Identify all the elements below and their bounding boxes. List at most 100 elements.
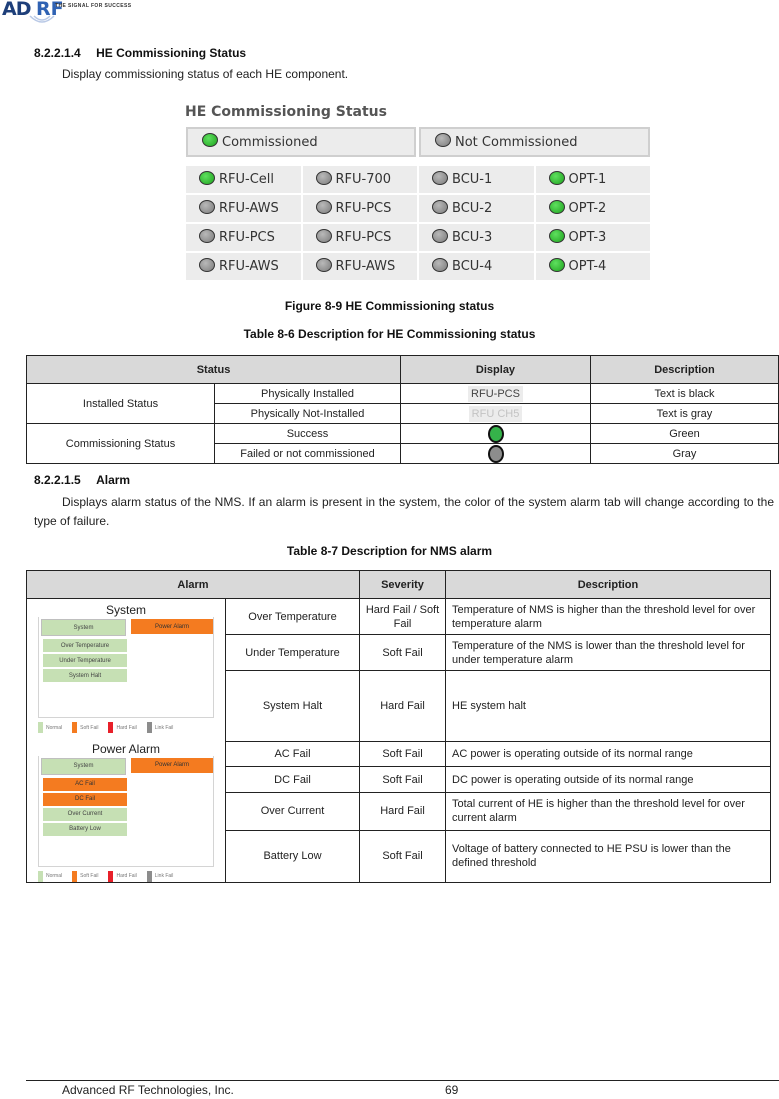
display-cell <box>400 443 591 464</box>
description-cell: Text is black <box>590 383 779 404</box>
gray-led-icon <box>435 133 451 147</box>
component-label: BCU-2 <box>452 201 493 216</box>
description-cell: Temperature of NMS is higher than the th… <box>445 598 771 635</box>
gray-led-icon <box>199 199 215 214</box>
gray-led-icon <box>199 228 215 243</box>
component-label: RFU-PCS <box>219 230 275 245</box>
component-label: RFU-700 <box>335 172 392 187</box>
description-cell: DC power is operating outside of its nor… <box>445 766 771 793</box>
table-caption: Table 8-7 Description for NMS alarm <box>286 544 493 558</box>
footer-divider <box>26 1080 779 1081</box>
gray-led-icon <box>315 228 332 243</box>
header-description: Description <box>590 355 779 384</box>
status-cell: Physically Not-Installed <box>214 403 401 424</box>
severity-cell: Soft Fail <box>359 740 446 768</box>
legend-commissioned: Commissioned <box>186 127 416 157</box>
alarm-item: AC Fail <box>43 777 127 791</box>
header-description: Description <box>445 570 771 599</box>
section-number: 8.2.2.1.5 <box>34 473 81 487</box>
legend-not-commissioned: Not Commissioned <box>419 127 650 157</box>
alarm-cell: DC Fail <box>225 766 360 793</box>
green-led-icon <box>548 170 565 185</box>
component-label: RFU-PCS <box>335 201 392 216</box>
component-cell: OPT-1 <box>535 166 650 193</box>
component-cell: BCU-4 <box>419 253 534 280</box>
mini-frame: System Power Alarm AC Fail DC Fail Over … <box>38 755 214 867</box>
alarm-cell: System Halt <box>225 670 360 742</box>
alarm-cell: Over Current <box>225 791 360 831</box>
component-label: RFU-Cell <box>219 172 275 187</box>
legend-label: Link Fail <box>154 724 174 731</box>
component-label: RFU-AWS <box>219 201 279 216</box>
alarm-cell: AC Fail <box>225 740 360 768</box>
alarm-cell: Under Temperature <box>225 634 360 671</box>
legend-label: Link Fail <box>154 873 174 879</box>
normal-swatch <box>38 722 43 733</box>
status-cell: Physically Installed <box>214 383 401 404</box>
component-cell: RFU-PCS <box>302 224 417 251</box>
legend-label: Not Commissioned <box>455 134 578 150</box>
description-cell: HE system halt <box>445 670 771 742</box>
component-label: BCU-3 <box>452 230 493 245</box>
section-heading-commissioning: 8.2.2.1.4 HE Commissioning Status <box>34 46 246 60</box>
gray-led-icon <box>315 257 332 272</box>
green-led-icon <box>202 133 218 147</box>
mini-title: System <box>105 603 146 617</box>
table-caption: Table 8-6 Description for HE Commissioni… <box>243 327 536 341</box>
status-cell: Success <box>214 423 401 444</box>
display-cell <box>400 423 591 444</box>
component-label: OPT-3 <box>568 230 607 245</box>
alarm-item: System Halt <box>43 669 127 682</box>
hard-fail-swatch <box>108 722 114 733</box>
component-label: RFU-AWS <box>219 259 279 274</box>
description-cell: AC power is operating outside of its nor… <box>445 740 771 768</box>
severity-cell: Hard Fail <box>359 670 446 742</box>
power-alarm-screenshot: Power Alarm System Power Alarm AC Fail D… <box>38 742 214 882</box>
alarm-item: DC Fail <box>43 792 127 806</box>
component-cell: RFU-Cell <box>186 166 301 193</box>
alarm-legend: Normal Soft Fail Hard Fail Link Fail <box>38 870 214 882</box>
component-grid: RFU-Cell RFU-700 BCU-1 OPT-1 RFU-AWS RFU-PCS B… <box>186 166 650 280</box>
tab-power-alarm: Power Alarm <box>131 757 213 773</box>
table-row: Installed Status Physically Installed RF… <box>26 383 779 424</box>
green-led-icon <box>548 228 565 243</box>
gray-led-icon <box>199 257 215 272</box>
mini-frame: System Power Alarm Over Temperature Unde… <box>38 617 214 718</box>
component-label: BCU-1 <box>452 172 493 187</box>
figure-caption: Figure 8-9 HE Commissioning status <box>284 299 495 313</box>
commissioning-status-table: Status Display Description Installed Sta… <box>26 355 779 464</box>
alarm-item: Under Temperature <box>43 654 127 667</box>
legend-label: Soft Fail <box>80 873 99 879</box>
gray-led-icon <box>487 444 504 463</box>
alarm-item: Over Current <box>43 807 127 821</box>
header-severity: Severity <box>359 570 446 599</box>
power-alarm-cell: Power Alarm System Power Alarm AC Fail D… <box>26 741 226 883</box>
logo-tagline: THE SIGNAL FOR SUCCESS <box>55 3 132 9</box>
display-sample-black: RFU-PCS <box>468 385 523 402</box>
component-label: RFU-AWS <box>335 259 396 274</box>
display-sample-gray: RFU CH5 <box>468 405 523 422</box>
component-cell: OPT-4 <box>535 253 650 280</box>
section-body: Displays alarm status of the NMS. If an … <box>34 495 774 528</box>
soft-fail-swatch <box>72 722 78 733</box>
page-number: 69 <box>445 1083 459 1097</box>
component-cell: RFU-AWS <box>302 253 417 280</box>
footer-company: Advanced RF Technologies, Inc. <box>62 1083 234 1097</box>
group-commissioning-status: Commissioning Status <box>26 423 215 464</box>
component-cell: BCU-1 <box>419 166 534 193</box>
gray-led-icon <box>315 199 332 214</box>
gray-led-icon <box>432 170 448 185</box>
description-cell: Text is gray <box>590 403 779 424</box>
component-cell: BCU-2 <box>419 195 534 222</box>
mini-title: Power Alarm <box>91 741 161 756</box>
alarm-legend: Normal Soft Fail Hard Fail Link Fail <box>38 722 214 733</box>
gray-led-icon <box>432 228 448 243</box>
component-label: RFU-PCS <box>335 230 392 245</box>
alarm-cell: Battery Low <box>225 829 360 883</box>
alarm-item: Over Temperature <box>43 639 127 652</box>
legend-label: Hard Fail <box>116 873 137 879</box>
component-label: OPT-1 <box>568 172 607 187</box>
severity-cell: Hard Fail / Soft Fail <box>359 598 446 635</box>
component-label: OPT-2 <box>568 201 607 216</box>
tab-system: System <box>41 619 126 636</box>
